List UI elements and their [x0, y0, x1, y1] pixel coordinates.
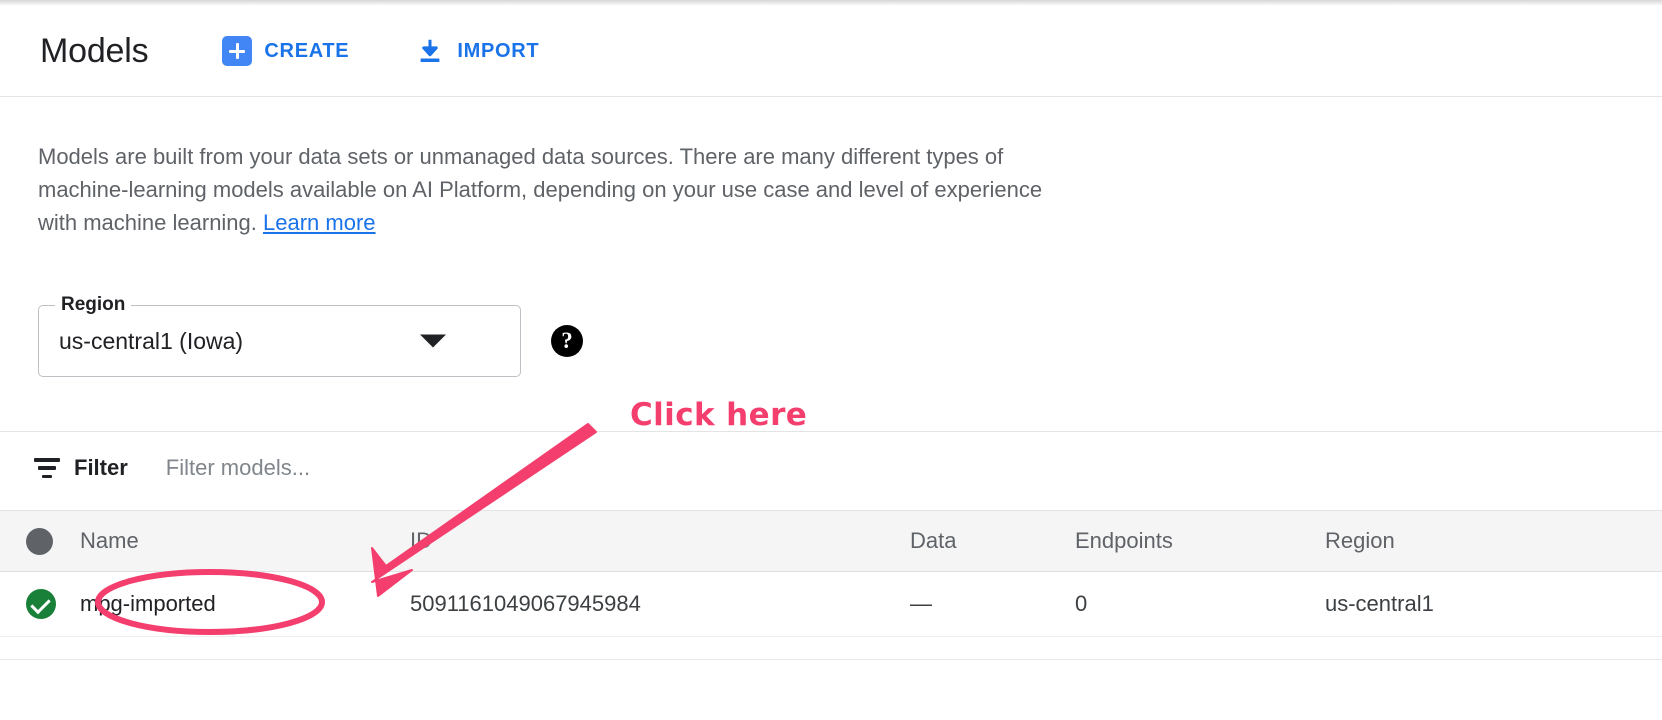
column-header-data[interactable]: Data: [910, 528, 1075, 554]
filter-input[interactable]: [164, 454, 688, 482]
cell-model-name[interactable]: mpg-imported: [80, 591, 410, 617]
filter-button-label: Filter: [74, 455, 128, 481]
toolbar-actions: CREATE IMPORT: [208, 28, 553, 74]
page-description-text: Models are built from your data sets or …: [38, 144, 1042, 235]
models-page: Models CREATE IMPORT Models are built fr…: [0, 0, 1662, 720]
page-title: Models: [40, 32, 148, 71]
column-header-name[interactable]: Name: [80, 528, 410, 554]
column-header-region[interactable]: Region: [1325, 528, 1615, 554]
table-row[interactable]: mpg-imported 5091161049067945984 — 0 us-…: [0, 572, 1662, 637]
table-header-row: Name ID Data Endpoints Region: [0, 510, 1662, 572]
check-circle-icon[interactable]: [26, 589, 56, 619]
cell-data: —: [910, 591, 1075, 617]
page-description: Models are built from your data sets or …: [38, 140, 1068, 239]
select-all-circle-icon[interactable]: [26, 528, 53, 555]
cell-endpoints: 0: [1075, 591, 1325, 617]
create-button-label: CREATE: [264, 40, 349, 63]
filter-bar: Filter: [0, 432, 1662, 504]
import-button[interactable]: IMPORT: [401, 28, 553, 74]
region-dropdown[interactable]: Region us-central1 (Iowa): [38, 305, 521, 377]
download-icon: [415, 36, 445, 66]
filter-icon: [34, 458, 60, 478]
table-bottom-divider: [0, 659, 1662, 660]
cell-region: us-central1: [1325, 591, 1615, 617]
page-toolbar: Models CREATE IMPORT: [0, 6, 1662, 97]
learn-more-link[interactable]: Learn more: [263, 210, 376, 235]
row-select-cell: [0, 589, 80, 619]
region-label: Region: [55, 294, 131, 316]
models-table: Name ID Data Endpoints Region mpg-import…: [0, 510, 1662, 637]
help-icon[interactable]: ?: [551, 325, 583, 357]
region-selector: Region us-central1 (Iowa) ?: [38, 305, 583, 377]
create-button[interactable]: CREATE: [208, 28, 363, 74]
column-header-id[interactable]: ID: [410, 528, 910, 554]
click-here-annotation-label: Click here: [630, 397, 807, 433]
select-all-cell: [0, 528, 80, 555]
cell-model-id: 5091161049067945984: [410, 591, 910, 617]
plus-icon: [222, 36, 252, 66]
import-button-label: IMPORT: [457, 40, 539, 63]
filter-button[interactable]: Filter: [34, 455, 128, 481]
column-header-endpoints[interactable]: Endpoints: [1075, 528, 1325, 554]
region-value: us-central1 (Iowa): [59, 328, 243, 355]
chevron-down-icon: [420, 335, 446, 348]
